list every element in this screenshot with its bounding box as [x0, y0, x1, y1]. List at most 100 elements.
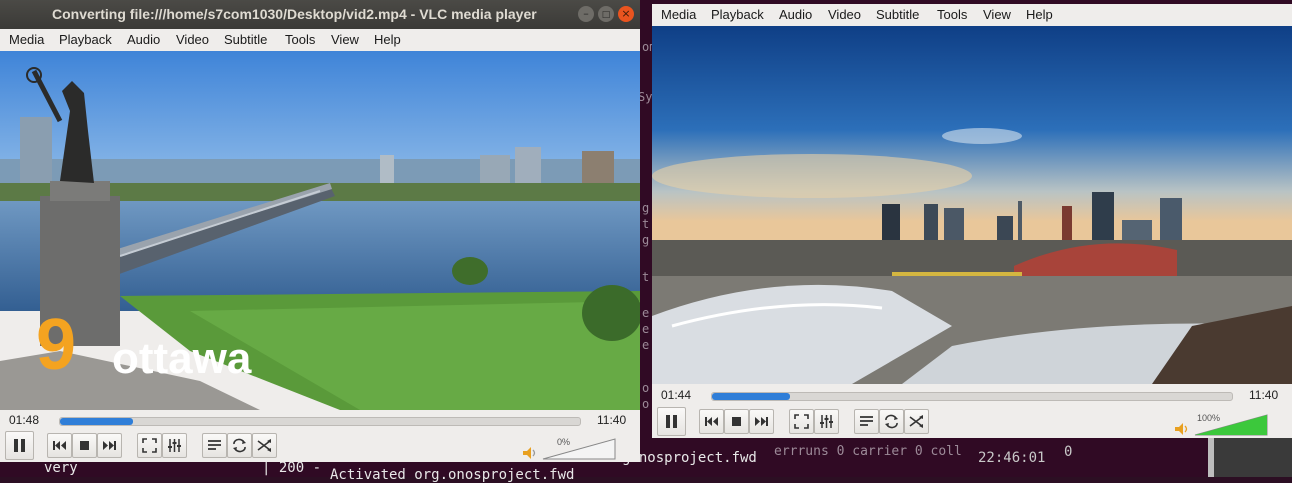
fullscreen-icon [142, 438, 157, 453]
previous-button[interactable] [699, 409, 724, 434]
pause-button[interactable] [657, 407, 686, 436]
speaker-icon[interactable] [1174, 422, 1190, 436]
next-button[interactable] [749, 409, 774, 434]
menu-playback[interactable]: Playback [59, 32, 112, 47]
seek-slider[interactable] [711, 392, 1233, 401]
terminal-glyphs: oo [642, 381, 650, 411]
vlc-window-playing: Media Playback Audio Video Subtitle Tool… [652, 4, 1292, 438]
overlay-word: ottawa [112, 334, 252, 383]
time-total: 11:40 [1249, 388, 1279, 402]
menu-media[interactable]: Media [9, 32, 44, 47]
terminal-fragment-onos: gonosproject.fwd [622, 450, 757, 466]
fullscreen-icon [794, 414, 809, 429]
previous-icon [53, 441, 66, 450]
minimize-icon: – [583, 7, 589, 20]
seek-progress [712, 393, 790, 400]
volume-slider[interactable] [542, 438, 616, 460]
minimize-button[interactable]: – [578, 6, 594, 22]
loop-icon [885, 414, 898, 429]
pause-icon [14, 439, 25, 452]
terminal-line-200: | 200 - [262, 460, 322, 476]
time-elapsed: 01:44 [661, 388, 692, 402]
menu-video[interactable]: Video [828, 7, 861, 22]
terminal-glyphs: t [642, 270, 650, 284]
menu-tools[interactable]: Tools [285, 32, 315, 47]
maximize-button[interactable]: □ [598, 6, 614, 22]
seek-row: 01:48 11:40 [0, 410, 640, 432]
stop-icon [732, 417, 741, 426]
controls-row: 0% [0, 430, 640, 460]
extended-settings-icon [168, 439, 181, 452]
terminal-line-very: very [44, 460, 78, 476]
window-title: Converting file:///home/s7com1030/Deskto… [52, 6, 537, 22]
speaker-icon[interactable] [522, 446, 538, 460]
menu-audio[interactable]: Audio [127, 32, 160, 47]
pause-icon [666, 415, 677, 428]
volume-percent: 0% [557, 437, 571, 447]
volume-percent: 100% [1197, 413, 1221, 423]
terminal-line-activated: Activated org.onosproject.fwd [330, 467, 575, 483]
title-bar[interactable]: Converting file:///home/s7com1030/Deskto… [0, 0, 640, 29]
extended-settings-button[interactable] [814, 409, 839, 434]
menu-playback[interactable]: Playback [711, 7, 764, 22]
terminal-glyphs: gtg [642, 201, 650, 247]
overlay-number: 9 [36, 305, 76, 385]
previous-icon [705, 417, 718, 426]
menu-media[interactable]: Media [661, 7, 696, 22]
loop-button[interactable] [879, 409, 904, 434]
fullscreen-button[interactable] [137, 433, 162, 458]
extended-settings-button[interactable] [162, 433, 187, 458]
fullscreen-button[interactable] [789, 409, 814, 434]
next-icon [103, 441, 116, 450]
menu-bar: Media Playback Audio Video Subtitle Tool… [0, 29, 640, 51]
loop-button[interactable] [227, 433, 252, 458]
menu-help[interactable]: Help [1026, 7, 1053, 22]
controls-row: 100% [652, 406, 1292, 436]
terminal-panel [1214, 438, 1292, 477]
shuffle-button[interactable] [904, 409, 929, 434]
next-button[interactable] [97, 433, 122, 458]
playlist-icon [860, 416, 873, 426]
pause-button[interactable] [5, 431, 34, 460]
video-area-ottawa[interactable]: 9 ottawa [0, 51, 640, 410]
terminal-fragment-time: 22:46:01 [978, 450, 1046, 466]
loop-icon [233, 438, 246, 453]
menu-view[interactable]: View [331, 32, 359, 47]
menu-help[interactable]: Help [374, 32, 401, 47]
close-icon: × [621, 7, 631, 20]
stop-button[interactable] [724, 409, 749, 434]
menu-video[interactable]: Video [176, 32, 209, 47]
next-icon [755, 417, 768, 426]
menu-bar: Media Playback Audio Video Subtitle Tool… [652, 4, 1292, 26]
menu-subtitle[interactable]: Subtitle [224, 32, 267, 47]
stop-button[interactable] [72, 433, 97, 458]
terminal-glyphs: Sy [638, 90, 653, 104]
time-total: 11:40 [597, 413, 627, 427]
menu-subtitle[interactable]: Subtitle [876, 7, 919, 22]
seek-slider[interactable] [59, 417, 581, 426]
menu-tools[interactable]: Tools [937, 7, 967, 22]
playlist-button[interactable] [202, 433, 227, 458]
shuffle-button[interactable] [252, 433, 277, 458]
terminal-glyphs: eee [642, 306, 650, 352]
time-elapsed: 01:48 [9, 413, 40, 427]
video-frame-skyline [652, 26, 1292, 384]
seek-progress [60, 418, 133, 425]
shuffle-icon [257, 439, 271, 452]
maximize-icon: □ [601, 10, 611, 20]
extended-settings-icon [820, 415, 833, 428]
playlist-icon [208, 440, 221, 450]
terminal-fragment-zero: 0 [1064, 444, 1073, 460]
previous-button[interactable] [47, 433, 72, 458]
menu-view[interactable]: View [983, 7, 1011, 22]
shuffle-icon [909, 415, 923, 428]
video-area-skyline[interactable] [652, 26, 1292, 384]
video-frame-ottawa: 9 ottawa [0, 51, 640, 410]
vlc-window-converting: Converting file:///home/s7com1030/Deskto… [0, 0, 640, 462]
terminal-fragment-errors: errruns 0 carrier 0 coll [774, 444, 962, 459]
menu-audio[interactable]: Audio [779, 7, 812, 22]
close-button[interactable]: × [618, 6, 634, 22]
seek-row: 01:44 11:40 [652, 385, 1292, 407]
stop-icon [80, 441, 89, 450]
playlist-button[interactable] [854, 409, 879, 434]
